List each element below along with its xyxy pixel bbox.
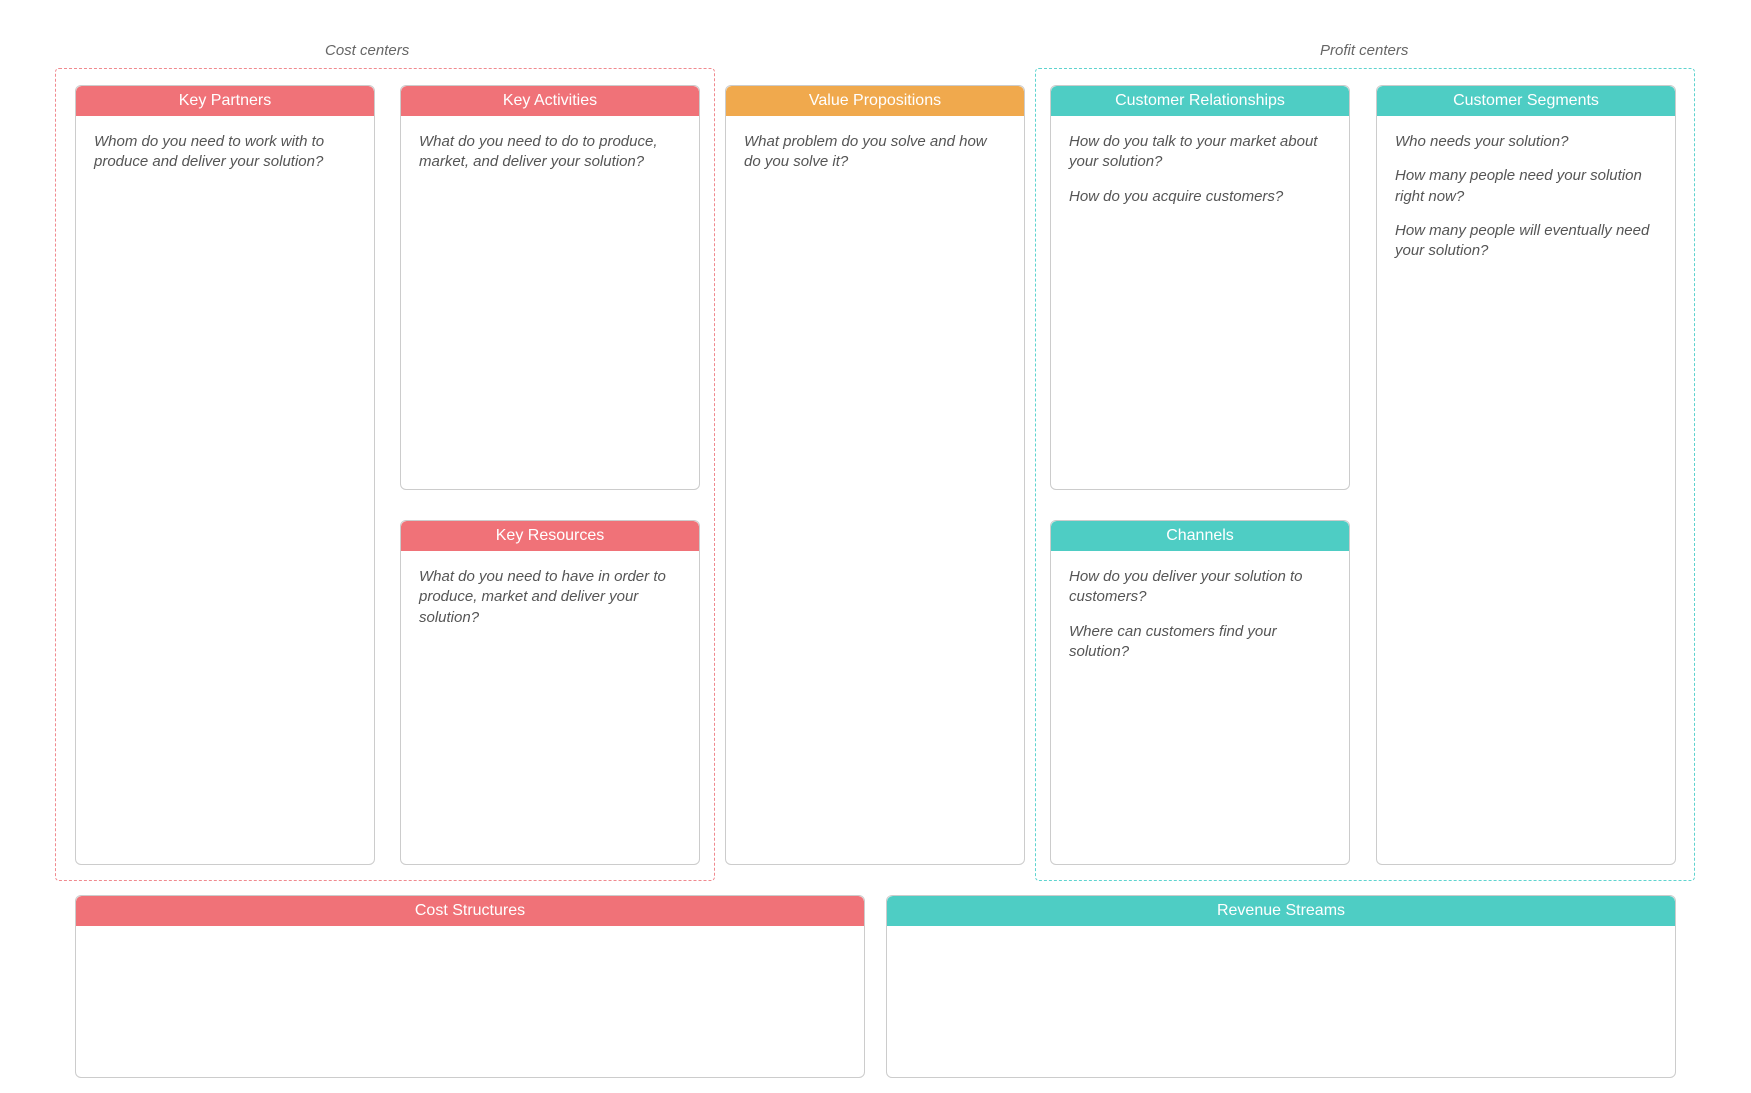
question-text: What do you need to have in order to pro… — [419, 567, 681, 628]
card-customer-relationships[interactable]: Customer Relationships How do you talk t… — [1050, 85, 1350, 490]
card-key-activities-header: Key Activities — [401, 86, 699, 116]
card-key-partners-header: Key Partners — [76, 86, 374, 116]
card-key-resources[interactable]: Key Resources What do you need to have i… — [400, 520, 700, 865]
question-text: How do you acquire customers? — [1069, 187, 1331, 207]
card-value-propositions-body: What problem do you solve and how do you… — [726, 116, 1024, 864]
question-text: Where can customers find your solution? — [1069, 622, 1331, 663]
profit-centers-label: Profit centers — [1320, 42, 1408, 59]
card-key-resources-header: Key Resources — [401, 521, 699, 551]
card-revenue-streams-header: Revenue Streams — [887, 896, 1675, 926]
card-cost-structures-body — [76, 926, 864, 1077]
card-value-propositions[interactable]: Value Propositions What problem do you s… — [725, 85, 1025, 865]
question-text: Whom do you need to work with to produce… — [94, 132, 356, 173]
question-text: What problem do you solve and how do you… — [744, 132, 1006, 173]
card-customer-segments-header: Customer Segments — [1377, 86, 1675, 116]
card-key-partners[interactable]: Key Partners Whom do you need to work wi… — [75, 85, 375, 865]
card-cost-structures-header: Cost Structures — [76, 896, 864, 926]
card-customer-relationships-body: How do you talk to your market about you… — [1051, 116, 1349, 489]
card-key-resources-body: What do you need to have in order to pro… — [401, 551, 699, 864]
card-customer-relationships-header: Customer Relationships — [1051, 86, 1349, 116]
card-key-partners-body: Whom do you need to work with to produce… — [76, 116, 374, 864]
card-key-activities-body: What do you need to do to produce, marke… — [401, 116, 699, 489]
card-revenue-streams-body — [887, 926, 1675, 1077]
question-text: How do you deliver your solution to cust… — [1069, 567, 1331, 608]
card-channels-header: Channels — [1051, 521, 1349, 551]
card-channels[interactable]: Channels How do you deliver your solutio… — [1050, 520, 1350, 865]
card-cost-structures[interactable]: Cost Structures — [75, 895, 865, 1078]
question-text: How many people will eventually need you… — [1395, 221, 1657, 262]
question-text: What do you need to do to produce, marke… — [419, 132, 681, 173]
card-channels-body: How do you deliver your solution to cust… — [1051, 551, 1349, 864]
card-key-activities[interactable]: Key Activities What do you need to do to… — [400, 85, 700, 490]
card-customer-segments-body: Who needs your solution? How many people… — [1377, 116, 1675, 864]
question-text: How do you talk to your market about you… — [1069, 132, 1331, 173]
card-revenue-streams[interactable]: Revenue Streams — [886, 895, 1676, 1078]
card-customer-segments[interactable]: Customer Segments Who needs your solutio… — [1376, 85, 1676, 865]
cost-centers-label: Cost centers — [325, 42, 409, 59]
card-value-propositions-header: Value Propositions — [726, 86, 1024, 116]
question-text: How many people need your solution right… — [1395, 166, 1657, 207]
question-text: Who needs your solution? — [1395, 132, 1657, 152]
